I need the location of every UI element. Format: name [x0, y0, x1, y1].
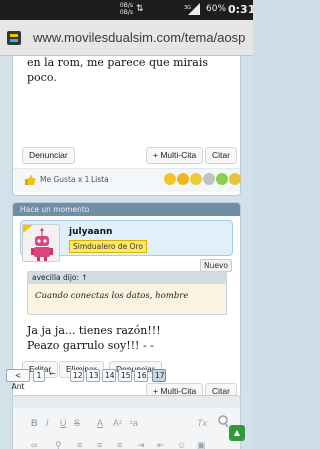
status-bar: 0B/s 0B/s ⇅ 3G 60% 0:31: [0, 0, 256, 20]
site-favicon-icon: [7, 31, 21, 45]
editor-header: [13, 396, 240, 408]
reply-editor[interactable]: B I U S A A² ⁴a Tx ∞ ⚲ ≡ ≡ ≡ ⇥ ⇤ ☺ ▣: [12, 395, 241, 449]
reaction-haha-icon[interactable]: [177, 173, 189, 185]
data-arrows-icon: ⇅: [136, 4, 144, 14]
wrench-icon[interactable]: [217, 414, 229, 428]
font-size-button[interactable]: A²: [113, 418, 122, 428]
likes-list-link[interactable]: Lista: [91, 175, 109, 184]
previous-post: en la rom, me parece que mirais poco. De…: [12, 56, 241, 196]
user-info-box: julyaann Simdualero de Oro: [20, 220, 233, 262]
quote-block: avecilla dijo: ↑ Cuando conectas los dat…: [27, 271, 227, 315]
username[interactable]: julyaann: [69, 227, 112, 237]
svg-text:3G: 3G: [184, 5, 191, 11]
bold-button[interactable]: B: [31, 418, 38, 428]
page-button[interactable]: 13: [86, 369, 100, 382]
clear-format-button[interactable]: Tx: [197, 418, 207, 428]
robot-avatar-icon: [23, 225, 53, 261]
indent-icon[interactable]: ⇥: [137, 440, 145, 449]
report-button[interactable]: Denunciar: [22, 147, 75, 164]
post-text-line: Ja ja ja... tienes razón!!!: [27, 324, 161, 337]
align-left-icon[interactable]: ≡: [77, 440, 82, 449]
outdent-icon[interactable]: ⇤: [157, 440, 165, 449]
reactions-row: [164, 173, 241, 187]
image-icon[interactable]: ▣: [197, 440, 206, 449]
link-icon[interactable]: ∞: [31, 440, 37, 449]
net-speed-up: 0B/s: [119, 2, 133, 9]
current-page: 17: [152, 369, 166, 382]
font-format-button[interactable]: ⁴a: [129, 418, 138, 428]
underline-button[interactable]: U: [60, 418, 67, 428]
prev-page-button[interactable]: < Ant: [6, 369, 30, 391]
reaction-wrench-icon[interactable]: [203, 173, 215, 185]
align-center-icon[interactable]: ≡: [97, 440, 102, 449]
post-text-line: poco.: [27, 71, 57, 84]
browser-url-bar[interactable]: www.movilesdualsim.com/tema/aosp: [0, 20, 253, 56]
network-speed: 0B/s 0B/s: [113, 2, 133, 16]
quote-author[interactable]: avecilla dijo: ↑: [28, 272, 226, 284]
clock: 0:31: [228, 3, 256, 16]
reaction-wow-icon[interactable]: [190, 173, 202, 185]
strikethrough-button[interactable]: S: [74, 418, 80, 428]
quote-text: Cuando conectas los datos, hombre: [35, 291, 189, 301]
reaction-like-icon[interactable]: [164, 173, 176, 185]
page-button[interactable]: 15: [118, 369, 132, 382]
likes-count[interactable]: Me Gusta x 1: [40, 175, 89, 184]
avatar[interactable]: [22, 224, 60, 262]
quote-button[interactable]: Citar: [205, 147, 237, 164]
thread-page: en la rom, me parece que mirais poco. De…: [0, 56, 253, 449]
likes-bar: Me Gusta x 1 Lista: [13, 168, 241, 192]
previous-post-text: en la rom, me parece que mirais poco.: [27, 56, 208, 85]
page-button[interactable]: 12: [70, 369, 84, 382]
post-text-line: en la rom, me parece que mirais: [27, 56, 209, 69]
post-text-line: Peazo garrulo soy!!! - -: [27, 339, 154, 352]
font-color-button[interactable]: A: [97, 418, 103, 428]
italic-button[interactable]: I: [46, 418, 49, 428]
user-rank-badge: Simdualero de Oro: [69, 240, 148, 253]
post: Hace un momento julyaann Simdualero de O…: [12, 202, 241, 414]
arrow-up-icon: ▲: [233, 428, 241, 437]
page-1-button[interactable]: 1: [33, 369, 45, 382]
post-message: Ja ja ja... tienes razón!!! Peazo garrul…: [27, 323, 161, 353]
post-timestamp: Hace un momento: [13, 203, 240, 216]
reaction-thanks-icon[interactable]: [229, 173, 241, 185]
smiley-icon[interactable]: ☺: [177, 440, 186, 449]
signal-icon: 3G: [184, 3, 200, 15]
multi-quote-button[interactable]: + Multi-Cita: [146, 147, 204, 164]
unlink-icon[interactable]: ⚲: [55, 440, 62, 449]
page-button[interactable]: 14: [102, 369, 116, 382]
net-speed-down: 0B/s: [119, 9, 133, 16]
url-text[interactable]: www.movilesdualsim.com/tema/aosp: [33, 30, 245, 45]
page-button[interactable]: 16: [134, 369, 148, 382]
thumbs-up-icon: [25, 175, 36, 185]
left-arrow-icon: ←: [49, 369, 56, 378]
scroll-top-button[interactable]: ▲: [229, 425, 245, 441]
battery-level: 60%: [206, 4, 227, 14]
align-right-icon[interactable]: ≡: [117, 440, 122, 449]
reaction-check-icon[interactable]: [216, 173, 228, 185]
